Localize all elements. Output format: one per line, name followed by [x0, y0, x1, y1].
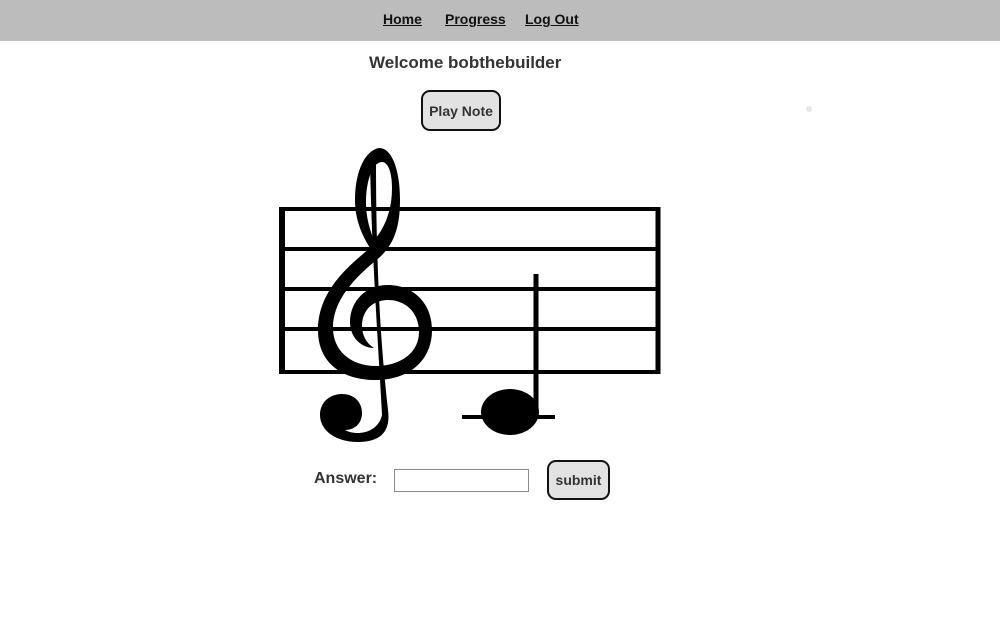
answer-input[interactable] — [394, 469, 529, 492]
nav-progress-link[interactable]: Progress — [445, 11, 506, 27]
play-note-button[interactable]: Play Note — [421, 90, 501, 131]
nav-home-link[interactable]: Home — [383, 11, 422, 27]
treble-clef-icon — [318, 148, 432, 442]
nav-logout-link[interactable]: Log Out — [525, 11, 579, 27]
music-staff — [279, 148, 661, 442]
quarter-note-icon — [481, 274, 539, 435]
decorative-speck — [806, 106, 812, 112]
top-navbar: Home Progress Log Out — [0, 0, 1000, 41]
submit-button[interactable]: submit — [547, 460, 610, 500]
welcome-heading: Welcome bobthebuilder — [369, 53, 562, 72]
answer-label: Answer: — [314, 470, 378, 487]
